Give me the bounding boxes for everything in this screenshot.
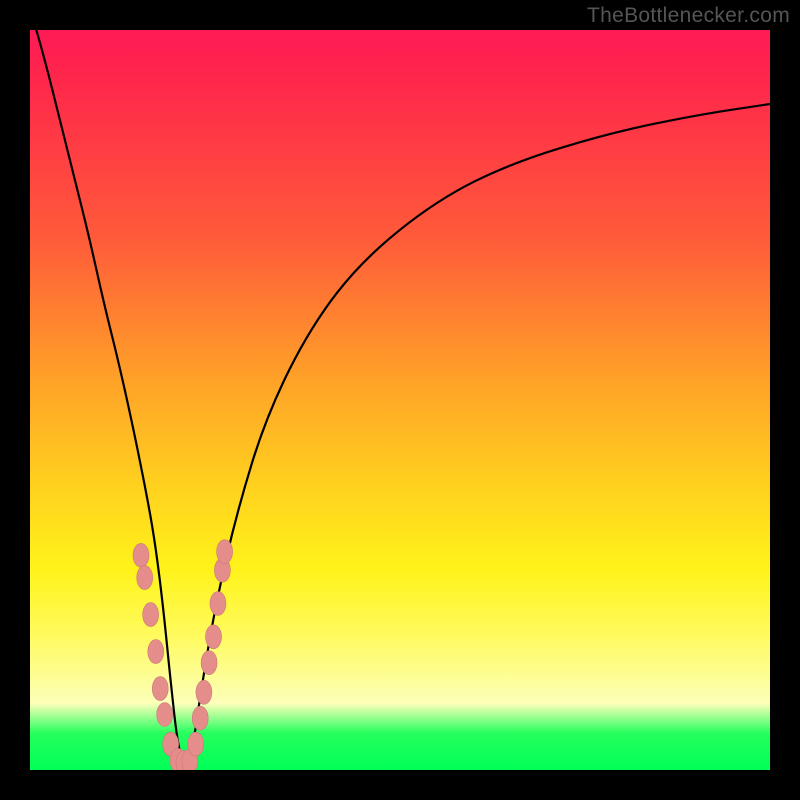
bottleneck-curve-line [30,30,770,762]
curve-marker [192,706,208,730]
curve-marker [217,540,233,564]
curve-marker [201,651,217,675]
curve-marker [157,703,173,727]
curve-marker [196,680,212,704]
chart-svg [30,30,770,770]
curve-marker [206,625,222,649]
curve-marker [148,640,164,664]
curve-marker [133,543,149,567]
curve-marker [143,603,159,627]
curve-markers [133,540,233,770]
chart-frame: TheBottlenecker.com [0,0,800,800]
plot-area [30,30,770,770]
curve-marker [188,732,204,756]
curve-marker [152,677,168,701]
curve-marker [137,566,153,590]
watermark-text: TheBottlenecker.com [587,4,790,28]
curve-marker [210,592,226,616]
